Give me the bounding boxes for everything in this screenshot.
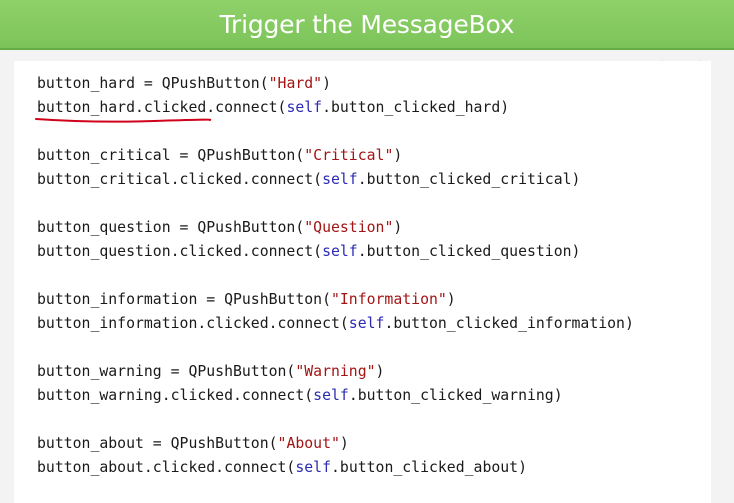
- string-literal: "About": [277, 435, 340, 452]
- slide-title: Trigger the MessageBox: [219, 10, 515, 39]
- code-text: button_critical.clicked.connect(: [37, 171, 323, 188]
- code-text: .button_clicked_warning): [348, 387, 563, 404]
- code-line: button_about = QPushButton("About"): [37, 432, 634, 456]
- code-text: .button_clicked_information): [384, 315, 634, 332]
- code-text: button_information.clicked.connect(: [37, 315, 349, 332]
- code-text: button_about = QPushButton(: [37, 435, 278, 452]
- code-block: button_hard = QPushButton("Hard") button…: [37, 72, 634, 480]
- code-text: ): [446, 291, 456, 308]
- code-text: ): [393, 219, 403, 236]
- self-keyword: self: [313, 387, 349, 404]
- self-keyword: self: [322, 171, 358, 188]
- code-text: button_hard.clicked.connect(: [37, 99, 287, 116]
- code-text: button_information = QPushButton(: [37, 291, 331, 308]
- code-panel: button_hard = QPushButton("Hard") button…: [14, 61, 711, 503]
- code-line: button_critical.clicked.connect(self.but…: [37, 168, 634, 192]
- code-line: button_warning.clicked.connect(self.butt…: [37, 384, 634, 408]
- string-literal: "Critical": [304, 147, 394, 164]
- code-line: button_about.clicked.connect(self.button…: [37, 456, 634, 480]
- code-text: button_warning = QPushButton(: [37, 363, 296, 380]
- code-text: button_question = QPushButton(: [37, 219, 305, 236]
- string-literal: "Warning": [295, 363, 376, 380]
- code-text: ): [322, 75, 331, 92]
- red-underline-annotation: [35, 118, 212, 123]
- code-text: ): [393, 147, 403, 164]
- code-text: .button_clicked_critical): [357, 171, 581, 188]
- code-text: ): [375, 363, 385, 380]
- code-line: button_information.clicked.connect(self.…: [37, 312, 634, 336]
- string-literal: "Hard": [268, 75, 323, 92]
- code-text: button_hard = QPushButton(: [37, 75, 269, 92]
- self-keyword: self: [322, 243, 358, 260]
- code-text: button_warning.clicked.connect(: [37, 387, 314, 404]
- code-text: button_question.clicked.connect(: [37, 243, 323, 260]
- code-text: .button_clicked_about): [331, 459, 527, 476]
- code-text: button_critical = QPushButton(: [37, 147, 305, 164]
- self-keyword: self: [295, 459, 331, 476]
- self-keyword: self: [348, 315, 385, 332]
- code-line: button_critical = QPushButton("Critical"…: [37, 144, 634, 168]
- string-literal: "Information": [330, 291, 447, 308]
- code-text: .button_clicked_question): [357, 243, 581, 260]
- code-line: button_question.clicked.connect(self.but…: [37, 240, 634, 264]
- code-text: .button_clicked_hard): [322, 99, 510, 116]
- slide-header: Trigger the MessageBox: [0, 0, 734, 50]
- code-text: ): [339, 435, 349, 452]
- code-text: button_about.clicked.connect(: [37, 459, 296, 476]
- self-keyword: self: [286, 99, 323, 116]
- code-line: button_information = QPushButton("Inform…: [37, 288, 634, 312]
- code-line: button_hard = QPushButton("Hard"): [37, 72, 634, 96]
- string-literal: "Question": [304, 219, 394, 236]
- code-line: button_warning = QPushButton("Warning"): [37, 360, 634, 384]
- code-line: button_question = QPushButton("Question"…: [37, 216, 634, 240]
